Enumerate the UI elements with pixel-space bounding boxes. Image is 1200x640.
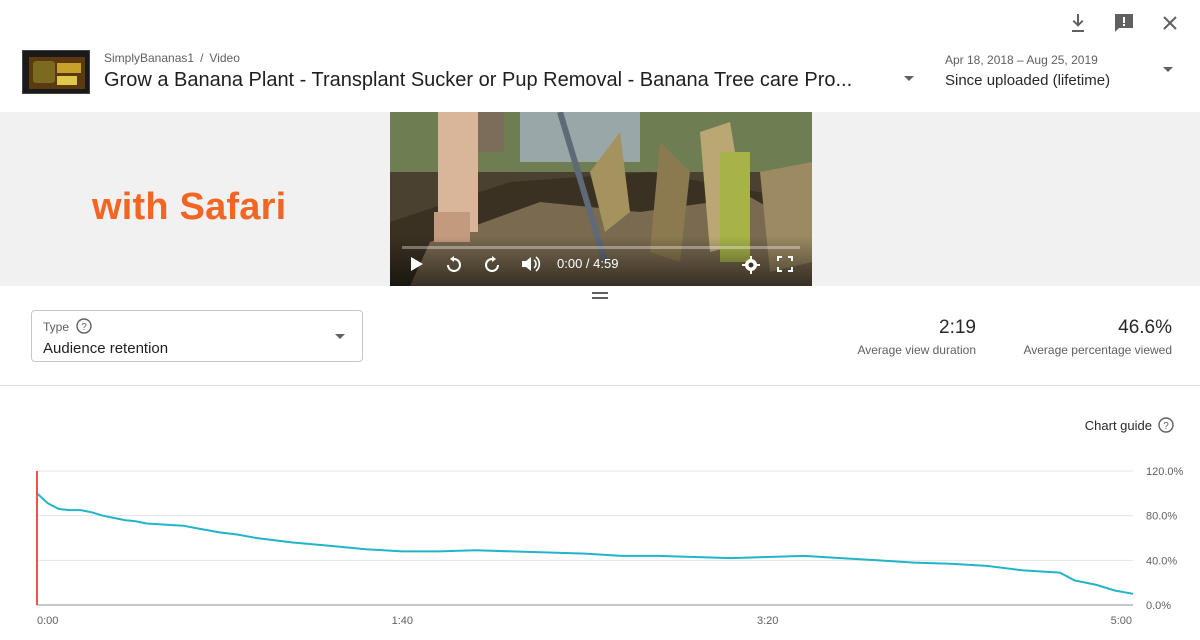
chevron-down-icon <box>335 334 345 339</box>
help-icon[interactable]: ? <box>76 318 92 339</box>
resize-handle-icon[interactable] <box>592 292 608 300</box>
section-divider <box>0 385 1200 386</box>
x-tick-label: 3:20 <box>757 615 778 627</box>
type-dropdown[interactable]: Type ? Audience retention <box>31 310 363 362</box>
stat-label: Average view duration <box>857 343 976 357</box>
retention-series-line <box>36 492 1134 595</box>
player-controls: 0:00 / 4:59 <box>390 236 812 286</box>
type-value: Audience retention <box>43 340 169 357</box>
svg-text:?: ? <box>81 322 87 333</box>
breadcrumb-section: Video <box>209 51 240 65</box>
video-player[interactable]: 0:00 / 4:59 <box>390 112 812 286</box>
settings-gear-icon[interactable] <box>742 256 760 279</box>
player-progress-bar[interactable] <box>402 246 800 249</box>
video-band: with Safari 0:00 / 4:59 <box>0 112 1200 286</box>
period-caret-icon[interactable] <box>1163 67 1173 72</box>
play-icon[interactable] <box>410 256 424 277</box>
date-range: Apr 18, 2018 – Aug 25, 2019 <box>945 53 1098 67</box>
volume-icon[interactable] <box>521 256 541 277</box>
svg-text:?: ? <box>1163 421 1169 432</box>
close-icon[interactable] <box>1160 12 1180 34</box>
stat-label: Average percentage viewed <box>1023 343 1172 357</box>
chart-guide-label: Chart guide <box>1084 417 1152 433</box>
stat-value: 46.6% <box>1118 317 1172 338</box>
promo-text: with Safari <box>92 186 287 228</box>
download-icon[interactable] <box>1068 12 1088 34</box>
stat-avg-view-duration: 2:19 Average view duration <box>857 317 976 357</box>
y-tick-label: 0.0% <box>1146 600 1171 612</box>
y-tick-label: 120.0% <box>1146 466 1184 478</box>
stat-avg-percentage-viewed: 46.6% Average percentage viewed <box>1023 317 1172 357</box>
video-header: SimplyBananas1 / Video Grow a Banana Plant… <box>22 48 1200 98</box>
forward-10-icon[interactable] <box>483 256 501 279</box>
feedback-icon[interactable] <box>1114 12 1134 34</box>
fullscreen-icon[interactable] <box>777 256 793 277</box>
breadcrumb-channel[interactable]: SimplyBananas1 <box>104 51 194 65</box>
video-title: Grow a Banana Plant - Transplant Sucker … <box>104 69 853 91</box>
x-tick-label: 0:00 <box>37 615 58 627</box>
video-thumbnail[interactable] <box>22 50 90 94</box>
chart-guide-link[interactable]: Chart guide ? <box>1085 417 1174 433</box>
rewind-10-icon[interactable] <box>445 256 463 279</box>
player-time: 0:00 / 4:59 <box>557 256 619 271</box>
breadcrumb: SimplyBananas1 / Video <box>104 51 240 65</box>
retention-chart[interactable]: 120.0% 80.0% 40.0% 0.0% 0:00 1:40 3:20 5:00 <box>0 450 1200 640</box>
video-select-caret-icon[interactable] <box>904 76 914 81</box>
period-selector[interactable]: Since uploaded (lifetime) <box>945 72 1110 89</box>
stat-value: 2:19 <box>939 317 976 338</box>
y-tick-label: 80.0% <box>1146 511 1177 523</box>
breadcrumb-separator: / <box>200 51 204 65</box>
x-tick-label: 1:40 <box>392 615 413 627</box>
x-tick-label: 5:00 <box>1111 615 1132 627</box>
top-toolbar <box>1068 12 1180 34</box>
type-label: Type <box>43 320 70 334</box>
y-tick-label: 40.0% <box>1146 555 1177 567</box>
help-icon: ? <box>1158 417 1174 433</box>
